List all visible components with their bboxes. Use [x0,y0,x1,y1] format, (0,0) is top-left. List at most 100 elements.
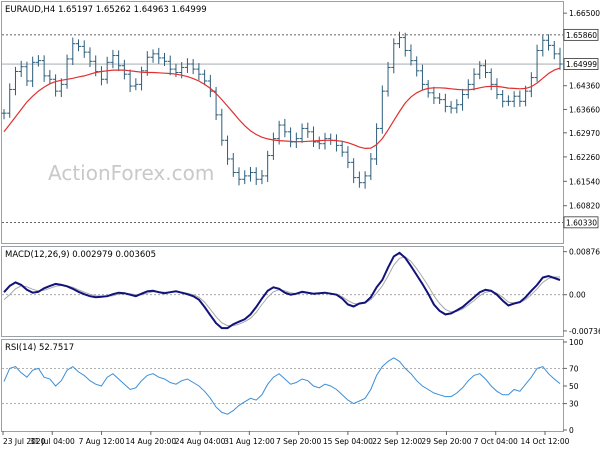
price-chart-figure: ActionForex.com EURAUD,H4 1.65197 1.6526… [1,1,600,446]
price-bar [362,171,368,189]
price-bar [414,56,420,77]
price-bar [385,61,391,97]
watermark-text: ActionForex.com [48,161,214,185]
time-tick-label: 7 Sep 20:00 [276,437,322,446]
price-bar [500,89,506,108]
macd-panel-title: MACD(12,26,9) 0.002979 0.003605 [5,250,156,260]
price-bar [379,85,385,134]
rsi-y-tick-label: 0 [569,426,574,435]
price-bar [299,123,305,143]
price-bar [133,78,139,91]
price-bar [116,50,122,72]
price-bar [494,78,500,100]
rsi-y-tick-label: 50 [569,382,579,391]
price-bar [505,95,511,106]
price-level-label: 1.65860 [566,31,597,40]
price-level-label: 1.60330 [566,218,597,227]
rsi-y-tick-label: 30 [569,400,579,409]
macd-layer: 0.008761 0.00 -0.007367 [2,248,600,336]
price-bar [259,170,265,185]
price-bar [247,166,254,182]
price-bar [351,158,357,184]
rsi-panel-title: RSI(14) 52.7517 [5,343,74,353]
rsi-y-tick-label: 100 [569,338,584,347]
price-bar [224,135,231,165]
time-tick-label: 7 Aug 12:00 [79,437,125,446]
price-bar [1,109,7,120]
rsi-layer: 100 70 50 30 0 [2,338,584,435]
price-bar [184,58,191,73]
price-bar [207,74,213,98]
price-bar [236,167,242,186]
price-bar [557,47,563,70]
time-tick-label: 14 Oct 12:00 [521,437,570,446]
price-bar [75,39,82,52]
price-bar [437,93,443,105]
price-bar [540,35,546,57]
price-y-tick-label: 1.66500 [569,9,600,18]
price-bar [545,34,552,51]
time-axis: 23 Jul 202031 Jul 04:00 7 Aug 12:00 14 Aug… [2,431,570,446]
price-bar [150,49,156,63]
macd-y-tick-label: 0.008761 [569,248,600,257]
price-bar [431,86,437,105]
price-bar [356,171,362,188]
macd-y-tick-label: 0.00 [569,291,586,300]
price-bar [368,153,374,181]
moving-average-line [3,67,561,150]
price-bar [419,64,426,91]
price-bar [454,99,460,114]
price-bar [551,40,557,60]
time-tick-label: 29 Sep 20:00 [421,437,471,446]
price-bar [511,91,517,108]
rsi-panel-frame [1,339,564,432]
price-bar [190,59,196,75]
price-bar [127,69,133,93]
price-bar [18,60,24,78]
price-bar [310,126,317,148]
price-bar [24,61,30,86]
price-bar [7,83,13,118]
time-tick-label: 31 Jul 04:00 [30,437,75,446]
time-tick-label: 14 Aug 20:00 [126,437,177,446]
time-tick-label: 15 Sep 04:00 [323,437,373,446]
rsi-y-tick-label: 70 [569,364,579,373]
macd-y-tick-label: -0.007367 [569,327,600,336]
price-bar [270,132,276,160]
price-bar [517,90,523,107]
price-bar [316,136,322,150]
price-bar [408,44,414,66]
macd-main-line [3,251,561,330]
price-bar [396,31,403,49]
price-bar [81,40,87,58]
price-y-tick-label: 1.62260 [569,153,600,162]
price-bar [482,59,489,79]
price-bar [442,93,448,113]
price-bar [230,153,236,177]
price-bar [448,101,454,114]
price-bar [459,88,466,111]
price-bar [219,108,225,146]
price-bar [528,72,534,98]
price-bar [534,44,540,82]
price-y-tick-label: 1.61540 [569,177,600,186]
price-layer: 1.66500 1.64360 1.63660 1.62970 1.62260 1.615… [1,9,600,229]
current-price-label: 1.64999 [566,60,597,69]
time-tick-label: 7 Oct 04:00 [474,437,518,446]
price-bar [328,133,334,145]
price-bar [64,54,70,89]
price-y-tick-label: 1.63660 [569,105,600,114]
price-bar [305,122,311,138]
price-bar [391,38,397,74]
price-bar [293,132,299,148]
price-panel-frame [1,1,564,244]
price-bar [47,70,53,85]
price-bar [242,170,248,185]
price-bar [282,118,288,138]
price-bar [339,140,345,157]
price-y-tick-label: 1.64360 [569,82,600,91]
price-panel-title: EURAUD,H4 1.65197 1.65262 1.64963 1.6499… [5,5,207,15]
price-bar [30,56,36,88]
price-bar [196,63,202,81]
price-bar [156,47,162,64]
